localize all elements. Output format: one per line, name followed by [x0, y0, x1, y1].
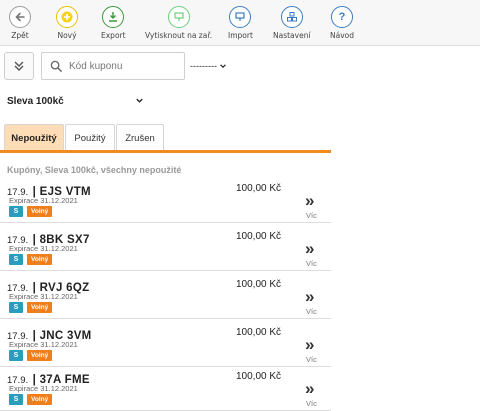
- coupon-amount: 100,00 Kč: [236, 231, 282, 242]
- more-link[interactable]: Víc: [306, 307, 317, 316]
- search-box[interactable]: [41, 52, 185, 80]
- coupon-expiry: Expirace 31.12.2021: [9, 196, 78, 205]
- coupon-badges: S Volný: [9, 350, 53, 361]
- coupon-row[interactable]: 17.9. | RVJ 6QZ Expirace 31.12.2021 S Vo…: [0, 271, 331, 319]
- coupon-badges: S Volný: [9, 394, 53, 405]
- export-icon: [102, 6, 125, 28]
- coupon-badges: S Volný: [9, 302, 53, 313]
- filter-dropdown-value: ---------: [190, 61, 217, 71]
- help-icon: ?: [331, 6, 353, 28]
- store-badge: S: [9, 254, 23, 265]
- status-badge: Volný: [27, 302, 53, 313]
- coupon-amount: 100,00 Kč: [236, 371, 282, 382]
- collapse-filters-button[interactable]: [4, 52, 34, 80]
- new-label: Nový: [57, 31, 77, 40]
- coupon-row[interactable]: 17.9. | JNC 3VM Expirace 31.12.2021 S Vo…: [0, 319, 331, 367]
- toolbar: Zpět Nový Export Vytisknout na zař. Impo…: [0, 0, 480, 46]
- help-label: Návod: [330, 31, 354, 40]
- back-arrow-icon: [9, 6, 31, 28]
- help-button[interactable]: ? Návod: [330, 6, 354, 40]
- double-chevron-right-icon[interactable]: »: [305, 288, 314, 305]
- settings-label: Nastavení: [273, 31, 311, 40]
- import-button[interactable]: Import: [228, 6, 253, 40]
- status-badge: Volný: [27, 394, 53, 405]
- coupon-amount: 100,00 Kč: [236, 327, 282, 338]
- coupon-expiry: Expirace 31.12.2021: [9, 292, 78, 301]
- double-chevron-down-icon: [14, 61, 24, 71]
- search-icon: [50, 60, 63, 72]
- back-label: Zpět: [11, 31, 29, 40]
- tabs-underline: [0, 150, 331, 153]
- export-label: Export: [101, 31, 126, 40]
- coupon-expiry: Expirace 31.12.2021: [9, 340, 78, 349]
- coupon-row[interactable]: 17.9. | 37A FME Expirace 31.12.2021 S Vo…: [0, 363, 331, 411]
- import-icon: [229, 6, 252, 28]
- double-chevron-right-icon[interactable]: »: [305, 380, 314, 397]
- coupon-badges: S Volný: [9, 206, 53, 217]
- coupon-amount: 100,00 Kč: [236, 183, 282, 194]
- coupon-code-search-input[interactable]: [69, 60, 169, 72]
- plus-icon: [56, 6, 78, 28]
- store-badge: S: [9, 394, 23, 405]
- status-badge: Volný: [27, 350, 53, 361]
- more-link[interactable]: Víc: [306, 211, 317, 220]
- double-chevron-right-icon[interactable]: »: [305, 336, 314, 353]
- list-header: Kupóny, Sleva 100kč, všechny nepoužité: [7, 165, 182, 175]
- more-link[interactable]: Víc: [306, 399, 317, 408]
- store-badge: S: [9, 350, 23, 361]
- double-chevron-right-icon[interactable]: »: [305, 240, 314, 257]
- coupon-expiry: Expirace 31.12.2021: [9, 384, 78, 393]
- coupon-badges: S Volný: [9, 254, 53, 265]
- print-button[interactable]: Vytisknout na zař.: [145, 6, 212, 40]
- filter-dropdown[interactable]: ---------: [190, 61, 227, 71]
- settings-button[interactable]: Nastavení: [273, 6, 311, 40]
- back-button[interactable]: Zpět: [9, 6, 31, 40]
- settings-icon: [280, 6, 303, 28]
- coupon-row[interactable]: 17.9. | 8BK SX7 Expirace 31.12.2021 S Vo…: [0, 223, 331, 271]
- status-badge: Volný: [27, 206, 53, 217]
- more-link[interactable]: Víc: [306, 259, 317, 268]
- print-icon: [167, 6, 190, 28]
- export-button[interactable]: Export: [101, 6, 126, 40]
- double-chevron-right-icon[interactable]: »: [305, 192, 314, 209]
- tab-unused[interactable]: Nepoužitý: [4, 124, 64, 151]
- new-button[interactable]: Nový: [56, 6, 78, 40]
- tab-cancelled[interactable]: Zrušen: [116, 124, 164, 151]
- store-badge: S: [9, 206, 23, 217]
- chevron-down-icon[interactable]: [135, 96, 144, 105]
- status-badge: Volný: [27, 254, 53, 265]
- coupon-expiry: Expirace 31.12.2021: [9, 244, 78, 253]
- store-badge: S: [9, 302, 23, 313]
- chevron-down-icon: [220, 64, 226, 69]
- status-tabs: Nepoužitý Použitý Zrušen: [4, 124, 165, 151]
- coupon-row[interactable]: 17.9. | EJS VTM Expirace 31.12.2021 S Vo…: [0, 175, 331, 223]
- print-label: Vytisknout na zař.: [145, 31, 213, 40]
- import-label: Import: [228, 31, 253, 40]
- tab-used[interactable]: Použitý: [65, 124, 115, 151]
- coupon-type-dropdown[interactable]: Sleva 100kč: [7, 96, 64, 107]
- coupon-amount: 100,00 Kč: [236, 279, 282, 290]
